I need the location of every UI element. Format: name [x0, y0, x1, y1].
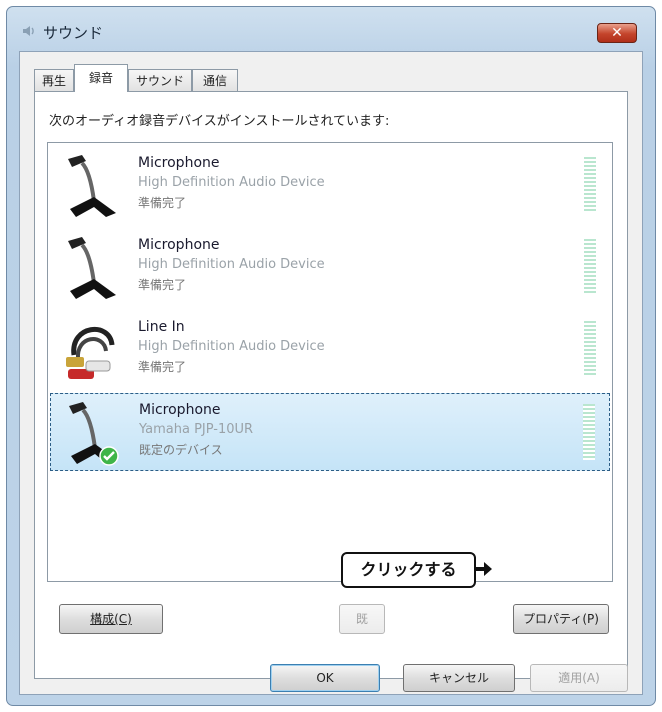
device-item-selected[interactable]: Microphone Yamaha PJP-10UR 既定のデバイス — [50, 393, 610, 471]
dialog-client-area: 再生 録音 サウンド 通信 次のオーディオ録音デバイスがインストールされています… — [19, 51, 643, 695]
level-meter — [584, 157, 596, 213]
apply-button[interactable]: 適用(A) — [530, 664, 628, 692]
device-name: Microphone — [139, 402, 221, 418]
device-description: High Definition Audio Device — [138, 175, 325, 190]
check-icon — [99, 446, 119, 466]
microphone-icon — [68, 237, 116, 299]
tab-recording[interactable]: 録音 — [74, 64, 128, 92]
cancel-button[interactable]: キャンセル — [403, 664, 515, 692]
device-status: 準備完了 — [138, 360, 187, 374]
callout-arrow-icon — [474, 562, 492, 576]
device-description: High Definition Audio Device — [138, 339, 325, 354]
line-in-cable-icon — [66, 327, 115, 379]
window-title: サウンド — [43, 24, 104, 42]
microphone-icon — [68, 155, 116, 217]
device-name: Microphone — [138, 237, 220, 253]
ok-button[interactable]: OK — [270, 664, 380, 692]
device-status: 準備完了 — [138, 196, 187, 210]
tab-communications[interactable]: 通信 — [192, 69, 238, 91]
device-description: High Definition Audio Device — [138, 257, 325, 272]
close-icon: ✕ — [611, 25, 623, 41]
set-default-button[interactable]: 既 — [339, 604, 385, 634]
sound-dialog-window: サウンド ✕ 再生 録音 サウンド 通信 次のオーディオ録音デバイスがインストー… — [6, 6, 656, 706]
device-list[interactable]: Microphone High Definition Audio Device … — [47, 142, 613, 582]
level-meter — [584, 239, 596, 295]
instruction-text: 次のオーディオ録音デバイスがインストールされています: — [49, 114, 390, 129]
title-bar[interactable]: サウンド ✕ — [7, 7, 655, 53]
tab-sounds[interactable]: サウンド — [128, 69, 192, 91]
configure-button[interactable]: 構成(C) — [59, 604, 163, 634]
device-status: 既定のデバイス — [139, 443, 223, 457]
recording-tab-panel: 次のオーディオ録音デバイスがインストールされています: Microphone H… — [34, 91, 628, 679]
click-here-callout: クリックする — [341, 552, 476, 588]
level-meter — [584, 321, 596, 377]
close-button[interactable]: ✕ — [597, 23, 637, 43]
speaker-icon — [23, 26, 34, 36]
device-status: 準備完了 — [138, 278, 187, 292]
device-item[interactable]: Line In High Definition Audio Device 準備完… — [50, 311, 610, 389]
device-description: Yamaha PJP-10UR — [139, 422, 254, 437]
device-name: Line In — [138, 319, 185, 335]
properties-button[interactable]: プロパティ(P) — [513, 604, 609, 634]
device-item[interactable]: Microphone High Definition Audio Device … — [50, 147, 610, 225]
device-item[interactable]: Microphone High Definition Audio Device … — [50, 229, 610, 307]
device-name: Microphone — [138, 155, 220, 171]
level-meter — [583, 404, 595, 460]
tab-playback[interactable]: 再生 — [34, 69, 74, 91]
